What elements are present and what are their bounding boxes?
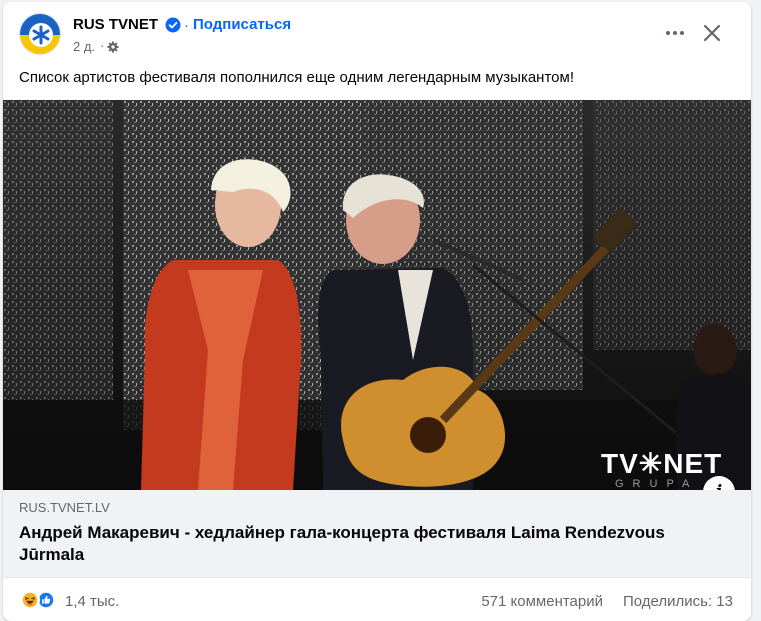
feed-post: RUS TVNET · Подписаться 2 д. · Список ар… bbox=[3, 2, 751, 621]
close-icon[interactable] bbox=[697, 18, 727, 48]
page-name[interactable]: RUS TVNET bbox=[73, 15, 158, 35]
post-text: Список артистов фестиваля пополнился еще… bbox=[19, 69, 574, 86]
reactions-count[interactable]: 1,4 тыс. bbox=[65, 592, 119, 612]
verified-badge-icon bbox=[165, 17, 181, 33]
haha-reaction-icon[interactable] bbox=[20, 590, 40, 610]
post-footer: 1,4 тыс. 571 комментарий Поделились: 13 bbox=[3, 579, 751, 621]
shares-count[interactable]: Поделились: 13 bbox=[623, 592, 733, 612]
more-dot-icon bbox=[680, 31, 684, 35]
header-separator: · bbox=[184, 17, 189, 34]
image-watermark: TV✳NET bbox=[601, 448, 723, 479]
post-header: RUS TVNET · Подписаться 2 д. · bbox=[3, 2, 751, 62]
post-image[interactable]: TV✳NET GRUPA bbox=[3, 100, 751, 490]
link-title[interactable]: Андрей Макаревич - хедлайнер гала-концер… bbox=[19, 522, 719, 566]
link-preview[interactable]: RUS.TVNET.LV Андрей Макаревич - хедлайне… bbox=[3, 490, 751, 578]
image-watermark-sub: GRUPA bbox=[615, 478, 699, 490]
post-timestamp[interactable]: 2 д. bbox=[73, 38, 95, 56]
more-dot-icon bbox=[673, 31, 677, 35]
page-logo-icon bbox=[20, 14, 60, 54]
gear-icon[interactable] bbox=[107, 41, 119, 53]
meta-separator: · bbox=[100, 38, 105, 53]
more-options-button[interactable] bbox=[657, 19, 693, 47]
page-avatar[interactable] bbox=[19, 13, 61, 55]
subscribe-button[interactable]: Подписаться bbox=[193, 15, 291, 35]
link-domain: RUS.TVNET.LV bbox=[19, 500, 110, 515]
more-dot-icon bbox=[666, 31, 670, 35]
comments-count[interactable]: 571 комментарий bbox=[481, 592, 603, 612]
concert-photo bbox=[3, 100, 751, 490]
